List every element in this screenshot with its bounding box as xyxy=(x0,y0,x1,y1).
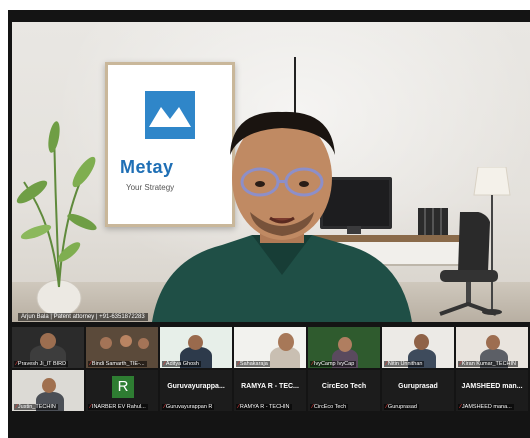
mic-muted-icon: ⁄ xyxy=(312,361,313,367)
participant-label: ⁄Nitin Unnithan xyxy=(384,361,425,367)
participant-label: ⁄Pravesh Ji_IT BIRD xyxy=(14,361,69,367)
participant-tile[interactable]: R ⁄INARBER EV Rahul... xyxy=(86,370,158,411)
mic-muted-icon: ⁄ xyxy=(312,404,313,410)
participant-avatar: R xyxy=(112,376,134,398)
video-conference-window: Metay Your Strategy Arjun Bala | Patent … xyxy=(8,10,530,438)
participant-name-title: RAMYA R - TEC... xyxy=(241,383,299,390)
plant-illustration xyxy=(16,121,97,317)
participant-head xyxy=(100,337,112,349)
participant-tile[interactable]: ⁄Nitin Unnithan xyxy=(382,327,454,368)
participant-label: ⁄Aditya Ghosh xyxy=(162,361,201,367)
speaker-person xyxy=(152,111,412,322)
mic-muted-icon: ⁄ xyxy=(386,404,387,410)
participant-tile[interactable]: Guruprasad ⁄Guruprasad xyxy=(382,370,454,411)
participant-label: ⁄Bindi Samarth_TIE-... xyxy=(88,361,147,367)
mic-muted-icon: ⁄ xyxy=(238,404,239,410)
participant-label: ⁄Kiran Kumar_TECHIN xyxy=(458,361,519,367)
participant-label: ⁄Justin_TECHIN xyxy=(14,404,58,410)
participant-head xyxy=(42,378,56,393)
participant-tile[interactable]: JAMSHEED man... ⁄JAMSHEED mana... xyxy=(456,370,528,411)
participant-head xyxy=(278,333,294,351)
participant-label: ⁄Guruvayurappan R xyxy=(162,404,215,410)
participant-head xyxy=(138,338,149,349)
participant-name-title: CircEco Tech xyxy=(321,383,367,390)
participant-head xyxy=(486,335,500,350)
participant-head xyxy=(188,335,203,350)
mic-muted-icon: ⁄ xyxy=(16,361,17,367)
mic-muted-icon: ⁄ xyxy=(90,361,91,367)
mic-muted-icon: ⁄ xyxy=(90,404,91,410)
participant-tile[interactable]: ⁄Kiran Kumar_TECHIN xyxy=(456,327,528,368)
mic-muted-icon: ⁄ xyxy=(16,404,17,410)
participant-label: ⁄INARBER EV Rahul... xyxy=(88,404,148,410)
participant-label: ⁄RAMYA R - TECHIN xyxy=(236,404,292,410)
participant-tile[interactable]: ⁄IvyCamp IvyCap xyxy=(308,327,380,368)
participant-tile[interactable]: RAMYA R - TEC... ⁄RAMYA R - TECHIN xyxy=(234,370,306,411)
participant-tile[interactable]: Guruvayurappa... ⁄Guruvayurappan R xyxy=(160,370,232,411)
participant-head xyxy=(338,337,352,352)
participant-head xyxy=(40,333,56,349)
office-chair xyxy=(439,212,498,316)
participant-tile[interactable]: ⁄Bindi Samarth_TIE-... xyxy=(86,327,158,368)
main-speaker-video[interactable]: Metay Your Strategy Arjun Bala | Patent … xyxy=(12,22,530,322)
participant-head xyxy=(120,335,132,347)
mic-muted-icon: ⁄ xyxy=(164,361,165,367)
mic-muted-icon: ⁄ xyxy=(164,404,165,410)
mic-muted-icon: ⁄ xyxy=(386,361,387,367)
participant-tile[interactable]: ⁄Justin_TECHIN xyxy=(12,370,84,411)
participant-tile[interactable]: CircEco Tech ⁄CircEco Tech xyxy=(308,370,380,411)
mic-muted-icon: ⁄ xyxy=(460,404,461,410)
participant-name-title: Guruvayurappa... xyxy=(167,383,225,390)
mic-muted-icon: ⁄ xyxy=(238,361,239,367)
participant-name-title: JAMSHEED man... xyxy=(461,383,523,390)
participant-head xyxy=(414,334,429,350)
participant-label: ⁄IvyCamp IvyCap xyxy=(310,361,357,367)
participant-label: ⁄Sahakaraja xyxy=(236,361,270,367)
speaker-name-label: Arjun Bala | Patent attorney | +91-63518… xyxy=(18,313,148,321)
mic-muted-icon: ⁄ xyxy=(460,361,461,367)
participant-label: ⁄Guruprasad xyxy=(384,404,419,410)
participant-tile[interactable]: ⁄Aditya Ghosh xyxy=(160,327,232,368)
participant-name-title: Guruprasad xyxy=(398,383,438,390)
participant-tile[interactable]: ⁄Sahakaraja xyxy=(234,327,306,368)
participant-tile[interactable]: ⁄Pravesh Ji_IT BIRD xyxy=(12,327,84,368)
participant-label: ⁄JAMSHEED mana... xyxy=(458,404,514,410)
participant-label: ⁄CircEco Tech xyxy=(310,404,349,410)
